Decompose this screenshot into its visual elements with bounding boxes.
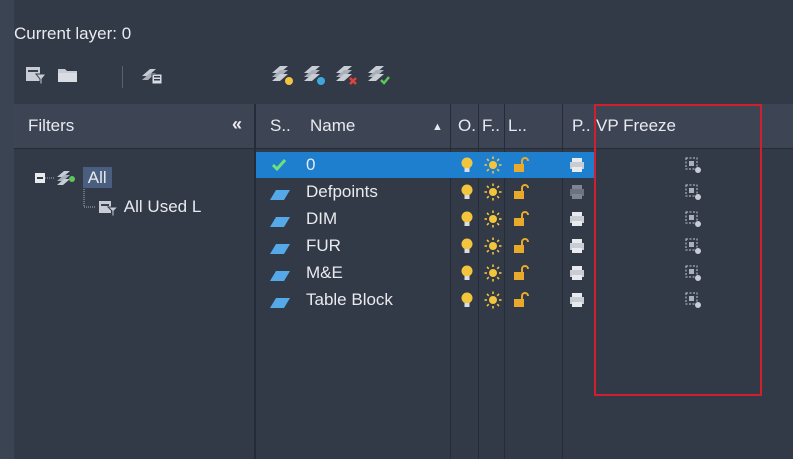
tree-item-all-used[interactable]: All Used L (98, 197, 201, 217)
printer-icon[interactable] (568, 291, 586, 309)
lightbulb-icon[interactable] (458, 264, 476, 282)
layer-row[interactable]: DIM (256, 206, 793, 232)
tree-item-all[interactable]: All (56, 167, 112, 188)
col-separator (450, 104, 451, 148)
layers-filter-icon (57, 170, 75, 185)
unlocked-padlock-icon[interactable] (512, 156, 530, 174)
col-on[interactable]: O. (458, 116, 476, 136)
layer-row[interactable]: M&E (256, 260, 793, 286)
printer-icon[interactable] (568, 183, 586, 201)
unlocked-padlock-icon[interactable] (512, 264, 530, 282)
vp-freeze-icon[interactable] (684, 264, 702, 282)
property-filter-icon (99, 200, 120, 217)
filters-header: Filters « (14, 104, 254, 149)
col-vp-freeze[interactable]: VP Freeze (596, 116, 676, 136)
layer-status-icon (270, 241, 290, 259)
layer-status-icon (270, 187, 290, 205)
printer-icon[interactable] (568, 264, 586, 282)
unlocked-padlock-icon[interactable] (512, 210, 530, 228)
unlocked-padlock-icon[interactable] (512, 237, 530, 255)
col-plot[interactable]: P.. (572, 116, 591, 136)
lightbulb-icon[interactable] (458, 237, 476, 255)
new-layer-icon[interactable] (270, 64, 294, 86)
lightbulb-icon[interactable] (458, 210, 476, 228)
sun-icon[interactable] (484, 183, 502, 201)
layer-row[interactable]: Table Block (256, 287, 793, 313)
vp-freeze-icon[interactable] (684, 156, 702, 174)
col-lock[interactable]: L.. (508, 116, 527, 136)
layer-name[interactable]: FUR (306, 236, 341, 256)
unlocked-padlock-icon[interactable] (512, 183, 530, 201)
col-status[interactable]: S.. (270, 116, 291, 136)
vp-freeze-icon[interactable] (684, 210, 702, 228)
tree-item-all-used-label: All Used L (123, 197, 202, 216)
layer-status-icon (270, 214, 290, 232)
new-property-filter-icon[interactable] (24, 64, 48, 86)
toolbar-separator (122, 66, 123, 88)
toolbar (0, 60, 793, 94)
printer-icon[interactable] (568, 210, 586, 228)
col-separator (562, 104, 563, 148)
col-freeze[interactable]: F.. (482, 116, 500, 136)
layer-status-icon (270, 268, 290, 286)
sun-icon[interactable] (484, 264, 502, 282)
current-layer-check-icon (270, 156, 288, 174)
tree-item-all-label: All (82, 167, 112, 188)
sun-icon[interactable] (484, 291, 502, 309)
lightbulb-icon[interactable] (458, 183, 476, 201)
layer-name[interactable]: Defpoints (306, 182, 378, 202)
vp-freeze-icon[interactable] (684, 291, 702, 309)
layer-table-header: S.. Name ▲ O. F.. L.. P.. VP Freeze (256, 104, 793, 149)
sun-icon[interactable] (484, 156, 502, 174)
filter-tree (14, 149, 254, 459)
printer-icon[interactable] (568, 237, 586, 255)
new-group-filter-icon[interactable] (56, 64, 80, 86)
lightbulb-icon[interactable] (458, 291, 476, 309)
sun-icon[interactable] (484, 237, 502, 255)
vp-freeze-icon[interactable] (684, 237, 702, 255)
layer-row[interactable]: 0 (256, 152, 701, 178)
layer-row[interactable]: Defpoints (256, 179, 793, 205)
col-name[interactable]: Name (310, 116, 355, 136)
layer-row[interactable]: FUR (256, 233, 793, 259)
printer-icon[interactable] (568, 156, 586, 174)
layer-name[interactable]: M&E (306, 263, 343, 283)
layer-name[interactable]: Table Block (306, 290, 393, 310)
filters-label: Filters (28, 116, 75, 135)
tree-connectors (35, 173, 96, 208)
set-current-icon[interactable] (366, 64, 390, 86)
current-layer-label: Current layer: 0 (14, 24, 132, 43)
lightbulb-icon[interactable] (458, 156, 476, 174)
col-separator (504, 104, 505, 148)
unlocked-padlock-icon[interactable] (512, 291, 530, 309)
layer-name[interactable]: 0 (306, 155, 315, 175)
sun-icon[interactable] (484, 210, 502, 228)
collapse-filters-button[interactable]: « (232, 114, 242, 135)
layer-status-icon (270, 295, 290, 313)
vp-freeze-icon[interactable] (684, 183, 702, 201)
layer-name[interactable]: DIM (306, 209, 337, 229)
layer-states-manager-icon[interactable] (140, 64, 164, 86)
col-separator (478, 104, 479, 148)
delete-layer-icon[interactable] (334, 64, 358, 86)
new-layer-vp-frozen-icon[interactable] (302, 64, 326, 86)
sort-ascending-icon: ▲ (432, 121, 443, 133)
